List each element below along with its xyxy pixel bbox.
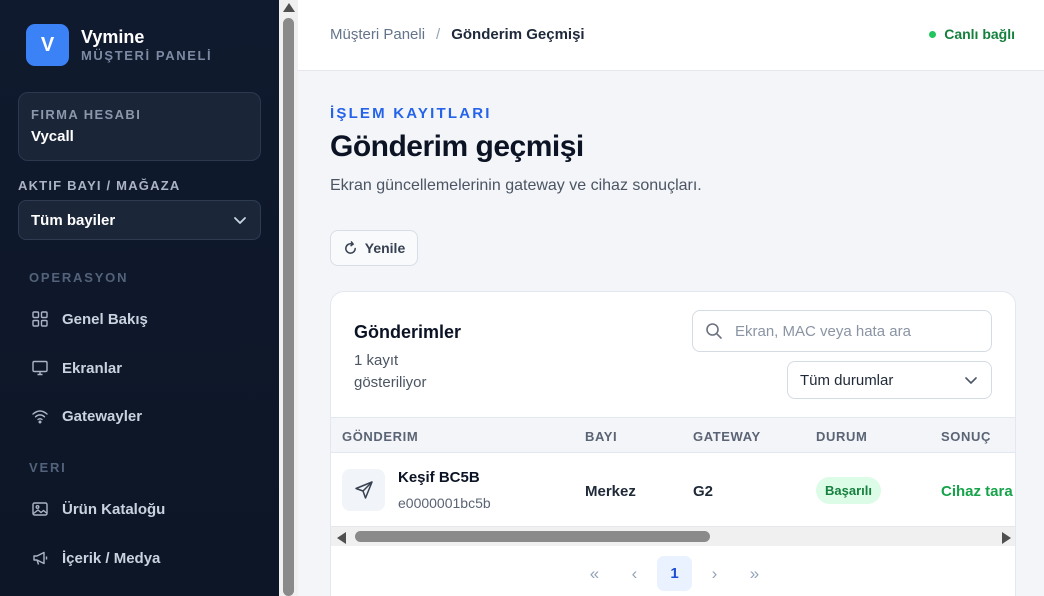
column-header-dealer[interactable]: BAYI (585, 429, 617, 444)
account-name: Vycall (31, 128, 74, 145)
account-card: FIRMA HESABI Vycall (18, 92, 261, 161)
breadcrumb: Müşteri Paneli / Gönderim Geçmişi (330, 26, 585, 43)
nav-section-data: VERI (29, 460, 67, 475)
brand-name: Vymine (81, 27, 145, 47)
page-scrollbar[interactable] (279, 0, 298, 596)
connection-status: Canlı bağlı (929, 26, 1015, 42)
page-title: Gönderim geçmişi (330, 130, 584, 163)
dealer-label: AKTIF BAYI / MAĞAZA (18, 178, 181, 193)
scroll-up-arrow-icon[interactable] (283, 3, 295, 12)
table-header: GÖNDERIM BAYI GATEWAY DURUM SONUÇ (331, 418, 1015, 453)
megaphone-icon (30, 548, 50, 568)
search-box[interactable] (692, 310, 992, 352)
chevron-down-icon (234, 217, 246, 224)
account-label: FIRMA HESABI (31, 107, 142, 122)
dealer-cell: Merkez (585, 483, 636, 500)
wifi-icon (30, 406, 50, 426)
sidebar-item-label: Ürün Kataloğu (62, 500, 166, 518)
scroll-right-arrow-icon[interactable] (1002, 532, 1011, 544)
dealer-select[interactable]: Tüm bayiler (18, 200, 261, 240)
refresh-icon (343, 240, 358, 256)
breadcrumb-separator: / (436, 26, 441, 43)
chevron-down-icon (965, 377, 977, 384)
table-row[interactable]: Keşif BC5B e0000001bc5b Merkez G2 Başarı… (331, 453, 1015, 525)
column-header-result[interactable]: SONUÇ (941, 429, 991, 444)
connection-status-label: Canlı bağlı (944, 26, 1015, 42)
send-name: Keşif BC5B (398, 469, 480, 486)
sidebar-item-catalog[interactable]: Ürün Kataloğu (30, 499, 165, 519)
status-badge: Başarılı (816, 477, 881, 504)
brand-logo: V (26, 24, 69, 66)
sidebar-item-label: Gatewayler (62, 407, 143, 425)
next-page-button[interactable]: › (697, 556, 732, 591)
refresh-button[interactable]: Yenile (330, 230, 418, 266)
breadcrumb-root[interactable]: Müşteri Paneli (330, 26, 425, 43)
status-dot-icon (929, 30, 937, 38)
sidebar-item-label: İçerik / Medya (62, 549, 161, 567)
refresh-button-label: Yenile (364, 240, 406, 256)
horizontal-scrollbar-thumb[interactable] (355, 531, 710, 542)
breadcrumb-current: Gönderim Geçmişi (451, 26, 585, 43)
record-count: 1 kayıt gösteriliyor (354, 352, 427, 391)
sidebar: V Vymine MÜŞTERİ PANELİ FIRMA HESABI Vyc… (0, 0, 279, 596)
previous-page-button[interactable]: ‹ (617, 556, 652, 591)
current-page-button[interactable]: 1 (657, 556, 692, 591)
search-icon (705, 322, 723, 340)
top-bar: Müşteri Paneli / Gönderim Geçmişi Canlı … (298, 0, 1044, 71)
table-horizontal-scrollbar[interactable] (331, 526, 1015, 546)
sidebar-item-content-media[interactable]: İçerik / Medya (30, 548, 160, 568)
nav-section-operations: OPERASYON (29, 270, 129, 285)
scrollbar-thumb[interactable] (283, 18, 294, 596)
sidebar-item-gateways[interactable]: Gatewayler (30, 406, 142, 426)
sends-table: GÖNDERIM BAYI GATEWAY DURUM SONUÇ Keşif … (331, 417, 1015, 547)
status-filter-select[interactable]: Tüm durumlar (787, 361, 992, 399)
status-filter-value: Tüm durumlar (800, 371, 894, 389)
sidebar-item-screens[interactable]: Ekranlar (30, 358, 122, 378)
gateway-cell: G2 (693, 483, 714, 500)
last-page-button[interactable]: » (737, 556, 772, 591)
page-eyebrow: İŞLEM KAYITLARI (330, 105, 492, 122)
sends-card: Gönderimler 1 kayıt gösteriliyor Tüm dur… (330, 291, 1016, 596)
monitor-icon (30, 358, 50, 378)
image-icon (30, 499, 50, 519)
send-icon (342, 469, 385, 511)
sidebar-item-overview[interactable]: Genel Bakış (30, 309, 148, 329)
column-header-status[interactable]: DURUM (816, 429, 867, 444)
brand[interactable]: V Vymine MÜŞTERİ PANELİ (26, 24, 212, 66)
first-page-button[interactable]: « (577, 556, 612, 591)
result-cell: Cihaz tara (941, 483, 1013, 500)
search-input[interactable] (735, 322, 975, 340)
dealer-select-value: Tüm bayiler (31, 211, 116, 229)
scroll-left-arrow-icon[interactable] (337, 532, 346, 544)
sidebar-item-label: Genel Bakış (62, 310, 148, 328)
column-header-gateway[interactable]: GATEWAY (693, 429, 761, 444)
page-description: Ekran güncellemelerinin gateway ve cihaz… (330, 177, 702, 194)
grid-icon (30, 309, 50, 329)
card-title: Gönderimler (354, 322, 462, 342)
pagination: « ‹ 1 › » (577, 556, 777, 591)
send-mac: e0000001bc5b (398, 495, 491, 511)
brand-subtitle: MÜŞTERİ PANELİ (81, 48, 213, 63)
column-header-send[interactable]: GÖNDERIM (342, 429, 418, 444)
sidebar-item-label: Ekranlar (62, 359, 123, 377)
